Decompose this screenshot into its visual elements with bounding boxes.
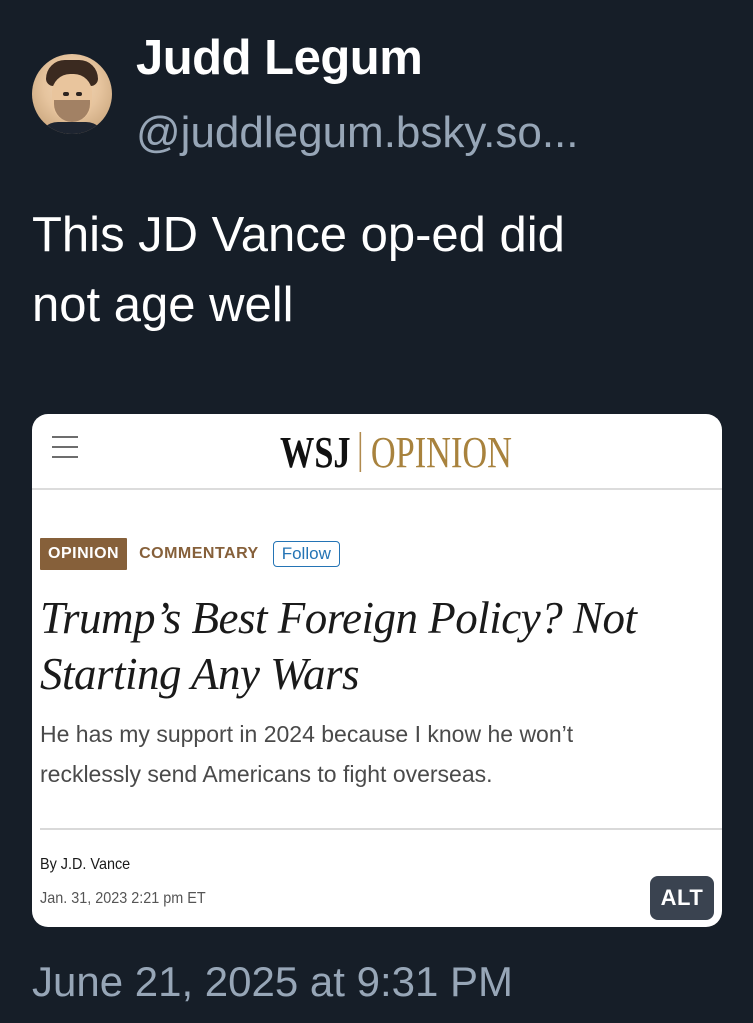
- article-byline: By J.D. Vance: [40, 856, 131, 873]
- article-labels: OPINION COMMENTARY Follow: [40, 538, 340, 570]
- embedded-image[interactable]: WSJ OPINION OPINION COMMENTARY Follow Tr…: [32, 414, 722, 927]
- alt-text-button[interactable]: ALT: [650, 876, 714, 920]
- wsj-logo: WSJ: [280, 427, 351, 477]
- avatar-eye-right: [76, 92, 82, 96]
- commentary-label: COMMENTARY: [139, 545, 259, 562]
- author-display-name[interactable]: Judd Legum: [136, 30, 423, 86]
- divider: [40, 828, 722, 830]
- opinion-tag: OPINION: [40, 538, 128, 570]
- post-timestamp[interactable]: June 21, 2025 at 9:31 PM: [32, 958, 513, 1006]
- dek-line-2: recklessly send Americans to fight overs…: [40, 761, 493, 787]
- wsj-masthead: WSJ OPINION: [280, 427, 512, 477]
- avatar[interactable]: [32, 54, 112, 134]
- post-author: Judd Legum @juddlegum.bsky.so...: [32, 30, 732, 170]
- headline-line-2: Starting Any Wars: [40, 649, 360, 699]
- article-dateline: Jan. 31, 2023 2:21 pm ET: [40, 890, 206, 907]
- article-headline: Trump’s Best Foreign Policy? Not Startin…: [40, 590, 716, 702]
- avatar-eye-left: [63, 92, 69, 96]
- opinion-section-title: OPINION: [370, 427, 512, 477]
- wsj-header: WSJ OPINION: [32, 414, 722, 490]
- follow-button: Follow: [272, 541, 340, 567]
- post-text-line-2: not age well: [32, 278, 294, 332]
- hamburger-menu-icon: [52, 436, 78, 458]
- avatar-shirt: [38, 122, 106, 134]
- author-handle[interactable]: @juddlegum.bsky.so...: [136, 108, 579, 158]
- post-text-line-1: This JD Vance op-ed did: [32, 208, 565, 262]
- post-text: This JD Vance op-ed did not age well: [32, 200, 722, 340]
- avatar-beard: [54, 100, 90, 122]
- dek-line-1: He has my support in 2024 because I know…: [40, 721, 574, 747]
- masthead-divider: [359, 432, 362, 472]
- article-dek: He has my support in 2024 because I know…: [40, 714, 710, 794]
- headline-line-1: Trump’s Best Foreign Policy? Not: [40, 593, 637, 643]
